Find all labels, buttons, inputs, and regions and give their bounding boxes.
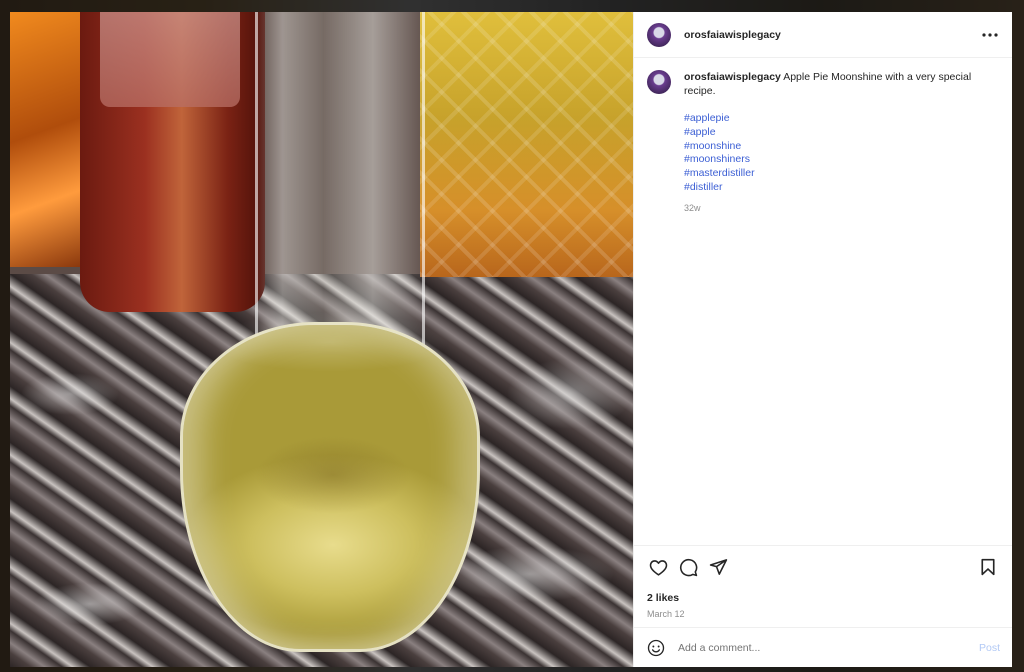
header-username[interactable]: orosfaiawisplegacy: [684, 29, 980, 41]
add-comment-bar: Post: [634, 627, 1012, 667]
post-date[interactable]: March 12: [647, 609, 999, 619]
photo-gold-decanter: [420, 12, 633, 277]
caption: orosfaiawisplegacy Apple Pie Moonshine w…: [647, 70, 999, 215]
hashtag-link[interactable]: #applepie: [684, 112, 999, 126]
more-options-icon[interactable]: [980, 25, 1000, 45]
action-icon-row: [647, 556, 999, 578]
caption-body: orosfaiawisplegacy Apple Pie Moonshine w…: [684, 70, 999, 215]
photo-vase-neck: [255, 12, 425, 352]
bookmark-icon[interactable]: [977, 556, 999, 578]
heart-icon[interactable]: [647, 556, 669, 578]
avatar[interactable]: [647, 70, 671, 94]
emoji-icon[interactable]: [646, 638, 666, 658]
post-sidebar: orosfaiawisplegacy orosfaiawisplegacy Ap…: [633, 12, 1012, 667]
post-comment-button[interactable]: Post: [979, 642, 1000, 654]
post-modal: orosfaiawisplegacy orosfaiawisplegacy Ap…: [10, 12, 1012, 667]
caption-username[interactable]: orosfaiawisplegacy: [684, 71, 781, 83]
post-header: orosfaiawisplegacy: [634, 12, 1012, 58]
hashtag-link[interactable]: #moonshine: [684, 140, 999, 154]
comment-input[interactable]: [678, 641, 979, 654]
caption-timestamp[interactable]: 32w: [684, 201, 999, 215]
photo-red-jar: [80, 12, 265, 312]
photo-vase-highlight: [210, 312, 450, 372]
likes-count[interactable]: 2 likes: [647, 592, 999, 604]
hashtag-link[interactable]: #apple: [684, 126, 999, 140]
hashtag-link[interactable]: #masterdistiller: [684, 167, 999, 181]
comments-area: orosfaiawisplegacy Apple Pie Moonshine w…: [634, 58, 1012, 545]
hashtag-list: #applepie #apple #moonshine #moonshiners…: [684, 112, 999, 195]
share-icon[interactable]: [707, 556, 729, 578]
post-actions: 2 likes March 12: [634, 545, 1012, 627]
hashtag-link[interactable]: #moonshiners: [684, 153, 999, 167]
post-photo[interactable]: [10, 12, 633, 667]
hashtag-link[interactable]: #distiller: [684, 181, 999, 195]
comment-icon[interactable]: [677, 556, 699, 578]
avatar[interactable]: [647, 22, 671, 47]
